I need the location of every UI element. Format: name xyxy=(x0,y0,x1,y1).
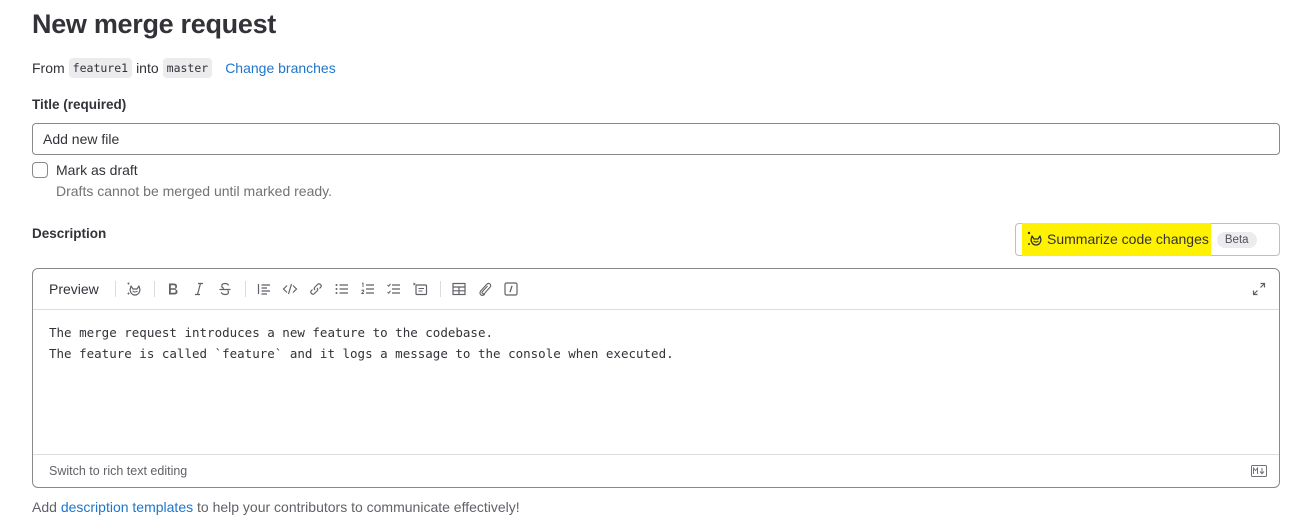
description-line: The feature is called `feature` and it l… xyxy=(49,346,674,361)
tanuki-ai-icon xyxy=(1027,231,1042,246)
title-label: Title (required) xyxy=(32,97,127,112)
details-block-icon xyxy=(413,282,427,296)
list-numbered-icon xyxy=(360,282,374,294)
mark-as-draft-checkbox[interactable] xyxy=(32,162,48,178)
italic-button[interactable] xyxy=(187,277,211,301)
task-list-button[interactable] xyxy=(382,277,406,301)
editor-footer: Switch to rich text editing xyxy=(33,454,1279,487)
target-branch: master xyxy=(162,58,213,78)
code-button[interactable] xyxy=(278,277,302,301)
list-task-icon xyxy=(386,283,400,294)
slash-command-icon xyxy=(504,282,518,296)
title-input[interactable] xyxy=(32,123,1280,155)
description-label: Description xyxy=(32,226,107,241)
numbered-list-button[interactable] xyxy=(356,277,380,301)
preview-tab[interactable]: Preview xyxy=(49,281,99,297)
tanuki-ai-icon xyxy=(127,282,141,296)
code-icon xyxy=(282,283,298,295)
toolbar-divider xyxy=(439,281,441,297)
strikethrough-button[interactable] xyxy=(213,277,237,301)
markdown-editor: Preview The merge request introduces a n… xyxy=(32,268,1280,488)
switch-to-rich-text-button[interactable]: Switch to rich text editing xyxy=(49,464,187,478)
quote-button[interactable] xyxy=(252,277,276,301)
from-label: From xyxy=(32,60,65,76)
markdown-icon xyxy=(1251,465,1267,477)
source-branch: feature1 xyxy=(68,58,133,78)
draft-row[interactable]: Mark as draft xyxy=(32,162,138,178)
strikethrough-icon xyxy=(219,282,231,296)
bullet-list-button[interactable] xyxy=(330,277,354,301)
link-button[interactable] xyxy=(304,277,328,301)
italic-icon xyxy=(194,282,203,296)
summarize-code-changes-button[interactable]: Summarize code changes Beta xyxy=(1015,222,1280,256)
quick-actions-button[interactable] xyxy=(499,277,523,301)
description-templates-help: Add description templates to help your c… xyxy=(32,499,520,515)
link-icon xyxy=(309,283,322,295)
summarize-label: Summarize code changes xyxy=(1047,231,1209,247)
mark-as-draft-label[interactable]: Mark as draft xyxy=(56,162,138,178)
bold-button[interactable] xyxy=(161,277,185,301)
branch-info: From feature1 into master Change branche… xyxy=(32,58,336,78)
table-button[interactable] xyxy=(447,277,471,301)
summarize-highlight: Summarize code changes xyxy=(1022,222,1211,256)
editor-toolbar: Preview xyxy=(33,269,1279,310)
collapsible-section-button[interactable] xyxy=(408,277,432,301)
description-textarea[interactable]: The merge request introduces a new featu… xyxy=(33,310,1279,454)
list-bulleted-icon xyxy=(335,284,348,294)
toolbar-divider xyxy=(153,281,155,297)
description-templates-link[interactable]: description templates xyxy=(61,499,193,515)
page-title: New merge request xyxy=(32,9,276,39)
quote-icon xyxy=(257,284,270,295)
toolbar-divider xyxy=(114,281,116,297)
into-label: into xyxy=(136,60,159,76)
footer-prefix: Add xyxy=(32,499,57,515)
beta-badge: Beta xyxy=(1216,231,1257,248)
toolbar-divider xyxy=(244,281,246,297)
bold-icon xyxy=(168,283,178,295)
draft-help-text: Drafts cannot be merged until marked rea… xyxy=(56,183,332,199)
description-line: The merge request introduces a new featu… xyxy=(49,325,494,340)
maximize-icon[interactable] xyxy=(1251,281,1267,297)
footer-suffix: to help your contributors to communicate… xyxy=(197,499,520,515)
paperclip-icon xyxy=(479,282,492,296)
change-branches-link[interactable]: Change branches xyxy=(225,60,336,76)
attach-file-button[interactable] xyxy=(473,277,497,301)
gitlab-duo-button[interactable] xyxy=(122,277,146,301)
table-icon xyxy=(452,282,466,296)
